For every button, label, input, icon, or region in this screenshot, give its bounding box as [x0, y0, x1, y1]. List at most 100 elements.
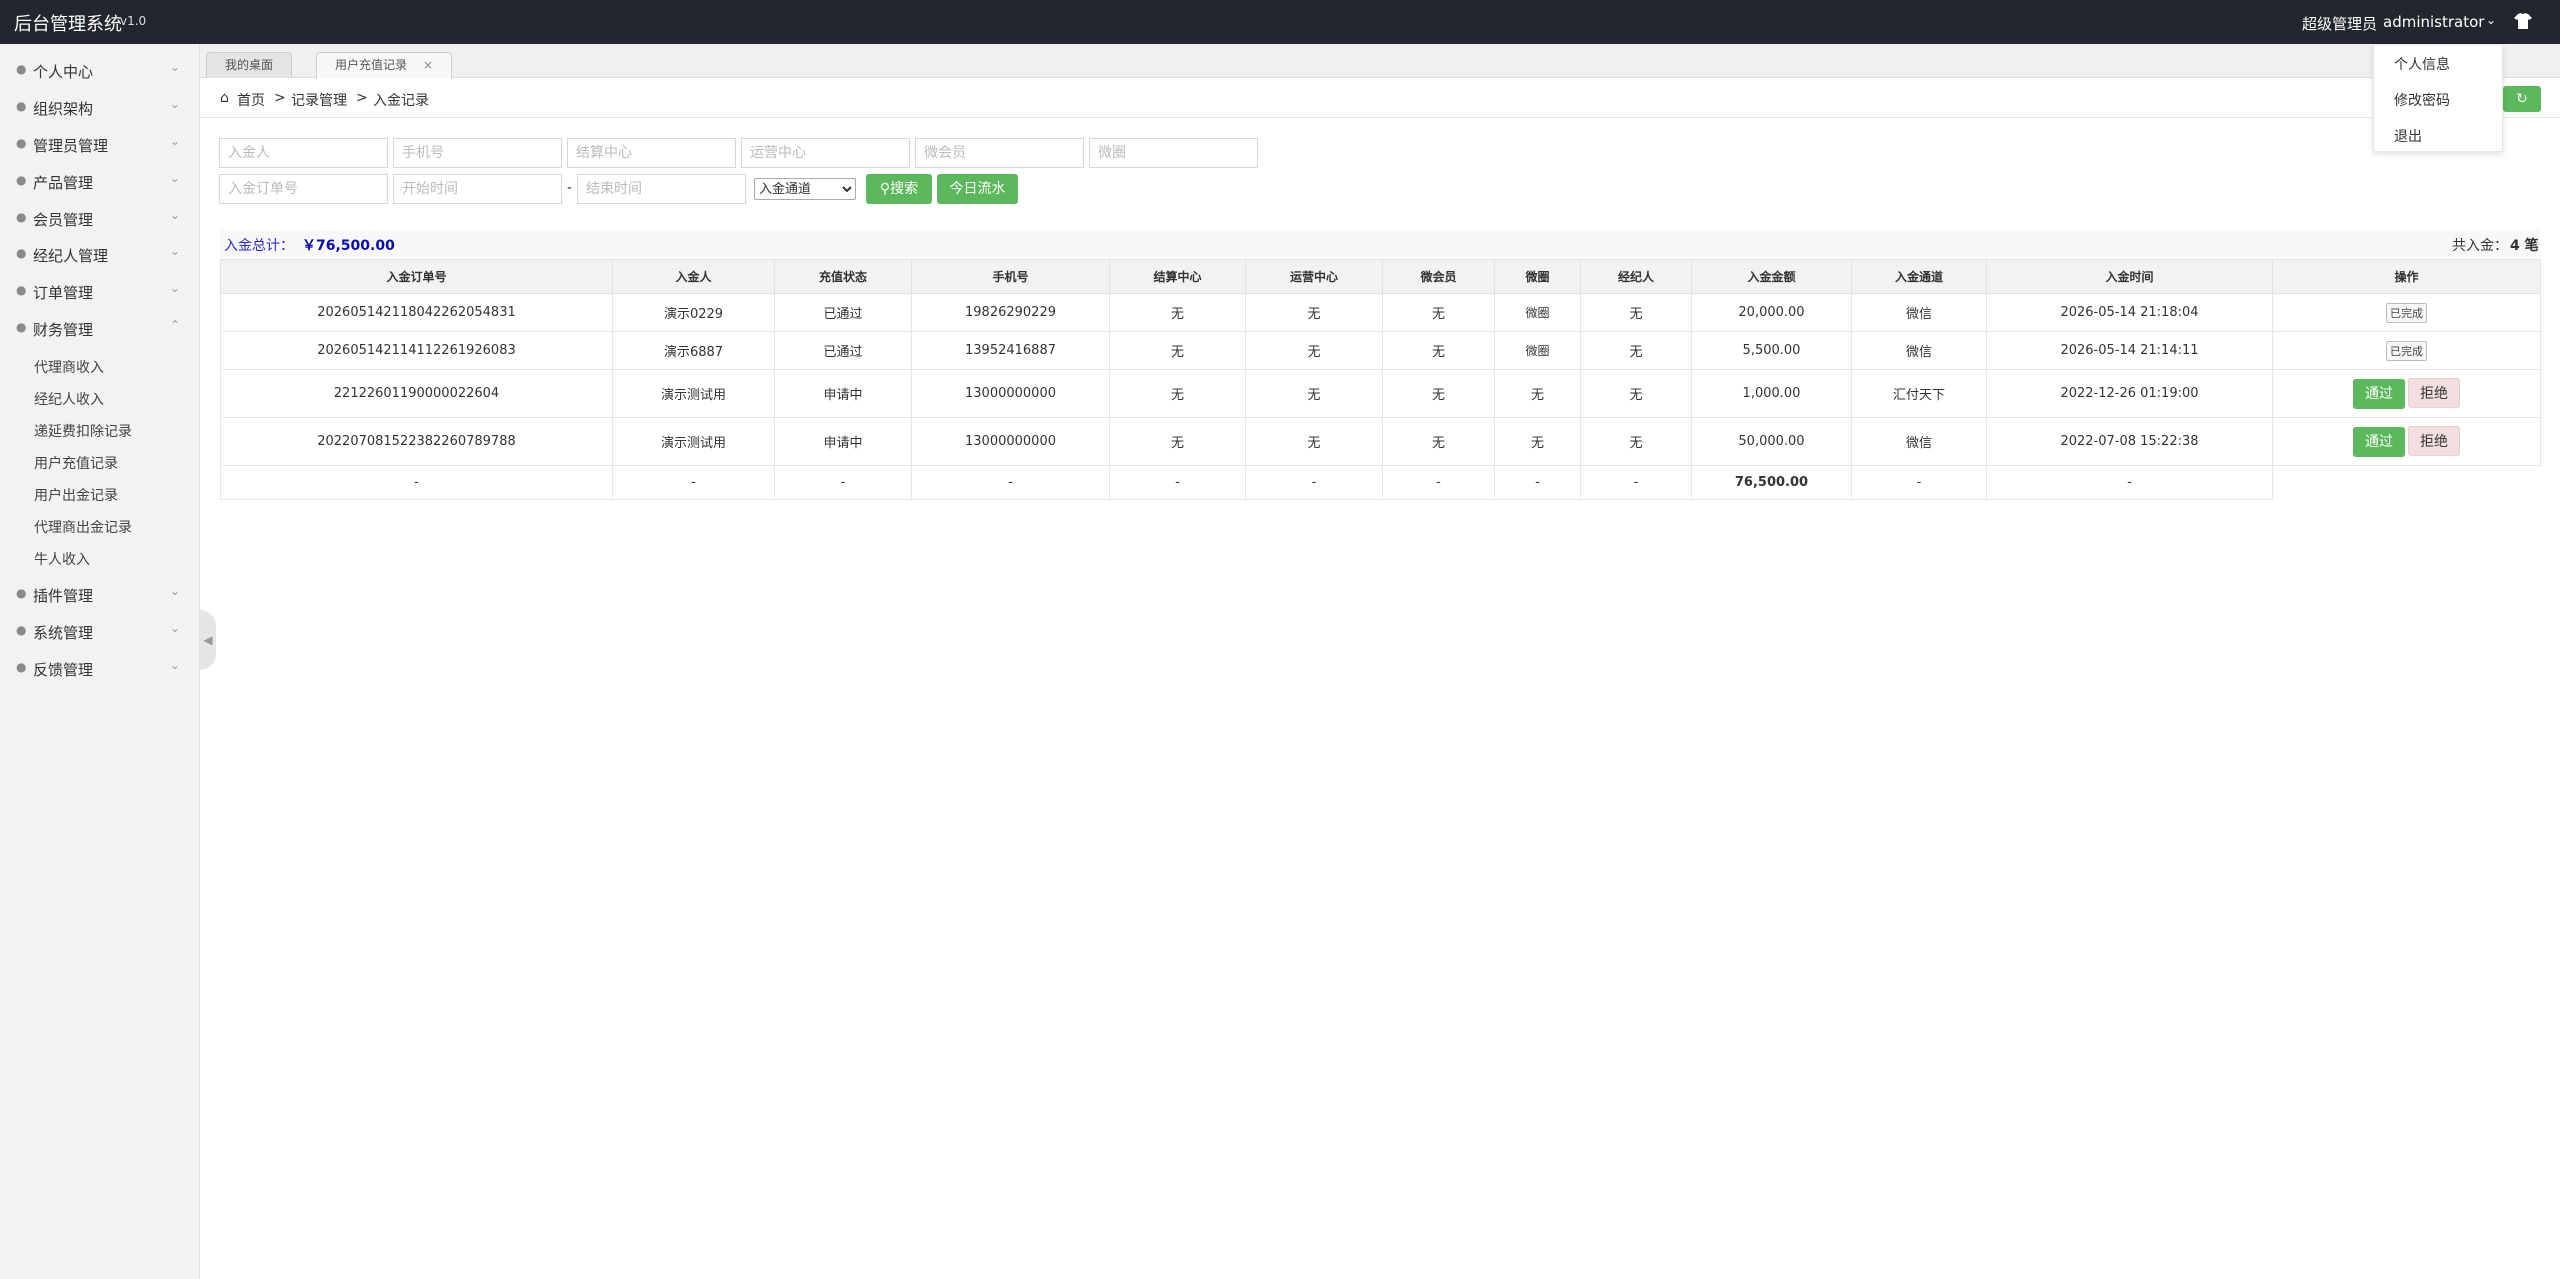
table-cell: 微圈: [1494, 293, 1581, 332]
sidebar-sub-deferred-fee[interactable]: 递延费扣除记录: [0, 414, 200, 446]
table-summary-row: - - - - - - - - - 76,500.00 - -: [220, 465, 2541, 500]
reject-button[interactable]: 拒绝: [2408, 378, 2460, 408]
sidebar-sub-expert-income[interactable]: 牛人收入: [0, 542, 200, 574]
table-row: 22122601190000022604 演示测试用 申请中 130000000…: [220, 369, 2541, 418]
table-cell: 无: [1580, 293, 1692, 332]
chevron-down-icon: ⌄: [170, 60, 181, 74]
sidebar-sub-label: 用户出金记录: [34, 488, 118, 504]
sidebar-sub-user-withdraw[interactable]: 用户出金记录: [0, 478, 200, 510]
sidebar-item-label: 管理员管理: [33, 137, 109, 155]
user-icon: ●: [16, 62, 27, 76]
chevron-down-icon: ⌄: [170, 97, 181, 111]
sidebar-item-member[interactable]: ● 会员管理 ⌄: [0, 200, 200, 236]
sidebar-item-admin[interactable]: ● 管理员管理 ⌄: [0, 126, 200, 162]
column-header: 操作: [2272, 259, 2541, 294]
menu-item-change-password[interactable]: 修改密码: [2394, 90, 2450, 110]
micro-circle-input[interactable]: [1089, 138, 1258, 168]
sidebar-item-label: 财务管理: [33, 321, 94, 339]
table-cell: 无: [1109, 369, 1246, 418]
lock-icon: ●: [16, 173, 27, 187]
table-cell: -: [1382, 465, 1495, 500]
operation-center-input[interactable]: [741, 138, 910, 168]
table-cell: -: [612, 465, 775, 500]
table-cell: 已完成: [2272, 331, 2541, 370]
phone-input[interactable]: [393, 138, 562, 168]
settlement-center-input[interactable]: [567, 138, 736, 168]
channel-select[interactable]: 入金通道: [754, 178, 856, 200]
user-role: 超级管理员: [2302, 15, 2378, 33]
table-cell: 50,000.00: [1691, 417, 1852, 466]
sidebar-collapse-handle[interactable]: ◀: [200, 610, 216, 670]
column-header: 微圈: [1494, 259, 1581, 294]
sidebar-sub-agent-withdraw[interactable]: 代理商出金记录: [0, 510, 200, 542]
feedback-icon: ●: [16, 660, 27, 674]
chevron-down-icon[interactable]: ⌄: [2486, 13, 2496, 27]
user-menu-toggle[interactable]: administrator: [2383, 13, 2484, 31]
table-cell: 20,000.00: [1691, 293, 1852, 332]
column-header: 运营中心: [1245, 259, 1383, 294]
sidebar-item-feedback[interactable]: ● 反馈管理 ⌄: [0, 650, 200, 686]
end-time-input[interactable]: [577, 174, 746, 204]
menu-item-logout[interactable]: 退出: [2394, 126, 2422, 146]
table-cell: 2026-05-14 21:14:11: [1986, 331, 2273, 370]
org-icon: ●: [16, 99, 27, 113]
depositor-input[interactable]: [219, 138, 388, 168]
breadcrumb-home[interactable]: 首页: [237, 90, 265, 110]
column-header: 入金订单号: [220, 259, 613, 294]
date-range-dash: -: [567, 180, 573, 196]
sidebar-item-system[interactable]: ● 系统管理 ⌄: [0, 613, 200, 649]
table-cell: 无: [1382, 331, 1495, 370]
sidebar-item-org[interactable]: ● 组织架构 ⌄: [0, 89, 200, 125]
table-cell: 微信: [1851, 331, 1987, 370]
table-cell: 无: [1109, 293, 1246, 332]
column-header: 经纪人: [1580, 259, 1692, 294]
micro-member-input[interactable]: [915, 138, 1084, 168]
count-value: 4 笔: [2510, 238, 2539, 254]
table-cell: 汇付天下: [1851, 369, 1987, 418]
sidebar-item-plugin[interactable]: ● 插件管理 ⌄: [0, 576, 200, 612]
table-cell: 无: [1245, 369, 1383, 418]
table-cell: 202207081522382260789788: [220, 417, 613, 466]
sidebar-item-finance[interactable]: ● 财务管理 ⌃: [0, 310, 200, 346]
approve-button[interactable]: 通过: [2353, 427, 2405, 457]
sidebar-sub-broker-income[interactable]: 经纪人收入: [0, 382, 200, 414]
table-row: 202207081522382260789788 演示测试用 申请中 13000…: [220, 417, 2541, 466]
today-flow-button[interactable]: 今日流水: [937, 174, 1018, 204]
chevron-down-icon: ⌄: [170, 134, 181, 148]
count-label: 共入金：: [2452, 238, 2508, 254]
tab-bar: 我的桌面 用户充值记录 ×: [200, 44, 2560, 78]
sidebar-sub-label: 递延费扣除记录: [34, 424, 132, 440]
close-icon[interactable]: ×: [423, 58, 433, 72]
sidebar-item-order[interactable]: ● 订单管理 ⌄: [0, 273, 200, 309]
table-cell: 无: [1580, 417, 1692, 466]
breadcrumb-section[interactable]: 记录管理: [291, 90, 347, 110]
order-number-input[interactable]: [219, 174, 388, 204]
shirt-icon[interactable]: [2512, 10, 2534, 32]
table-header-row: 入金订单号 入金人 充值状态 手机号 结算中心 运营中心 微会员 微圈 经纪人 …: [220, 259, 2541, 294]
table-row: 20260514211804226205483​1 演示0229 已通过 198…: [220, 293, 2541, 332]
table-cell: 无: [1382, 293, 1495, 332]
table-cell: 无: [1494, 369, 1581, 418]
sidebar-item-personal[interactable]: ● 个人中心 ⌄: [0, 52, 200, 88]
sidebar-item-product[interactable]: ● 产品管理 ⌄: [0, 163, 200, 199]
tab-desktop[interactable]: 我的桌面: [206, 52, 293, 78]
search-button[interactable]: ⚲搜索: [866, 174, 932, 204]
sidebar-sub-user-deposit[interactable]: 用户充值记录: [0, 446, 200, 478]
chevron-down-icon: ⌄: [170, 171, 181, 185]
sidebar-sub-label: 代理商出金记录: [34, 520, 132, 536]
refresh-button[interactable]: ↻: [2503, 86, 2541, 112]
start-time-input[interactable]: [393, 174, 562, 204]
app-title: 后台管理系统: [14, 14, 122, 35]
menu-item-profile[interactable]: 个人信息: [2394, 54, 2450, 74]
sidebar-item-broker[interactable]: ● 经纪人管理 ⌄: [0, 236, 200, 272]
tab-user-deposit[interactable]: 用户充值记录 ×: [316, 52, 453, 78]
top-bar: 后台管理系统 v1.0 超级管理员 administrator ⌄: [0, 0, 2560, 44]
table-cell: -: [1986, 465, 2273, 500]
admin-icon: ●: [16, 136, 27, 150]
sidebar-sub-agent-income[interactable]: 代理商收入: [0, 350, 200, 382]
approve-button[interactable]: 通过: [2353, 379, 2405, 409]
reject-button[interactable]: 拒绝: [2408, 426, 2460, 456]
table-cell: 19826290229: [911, 293, 1110, 332]
completed-badge: 已完成: [2386, 302, 2427, 323]
column-header: 入金通道: [1851, 259, 1987, 294]
